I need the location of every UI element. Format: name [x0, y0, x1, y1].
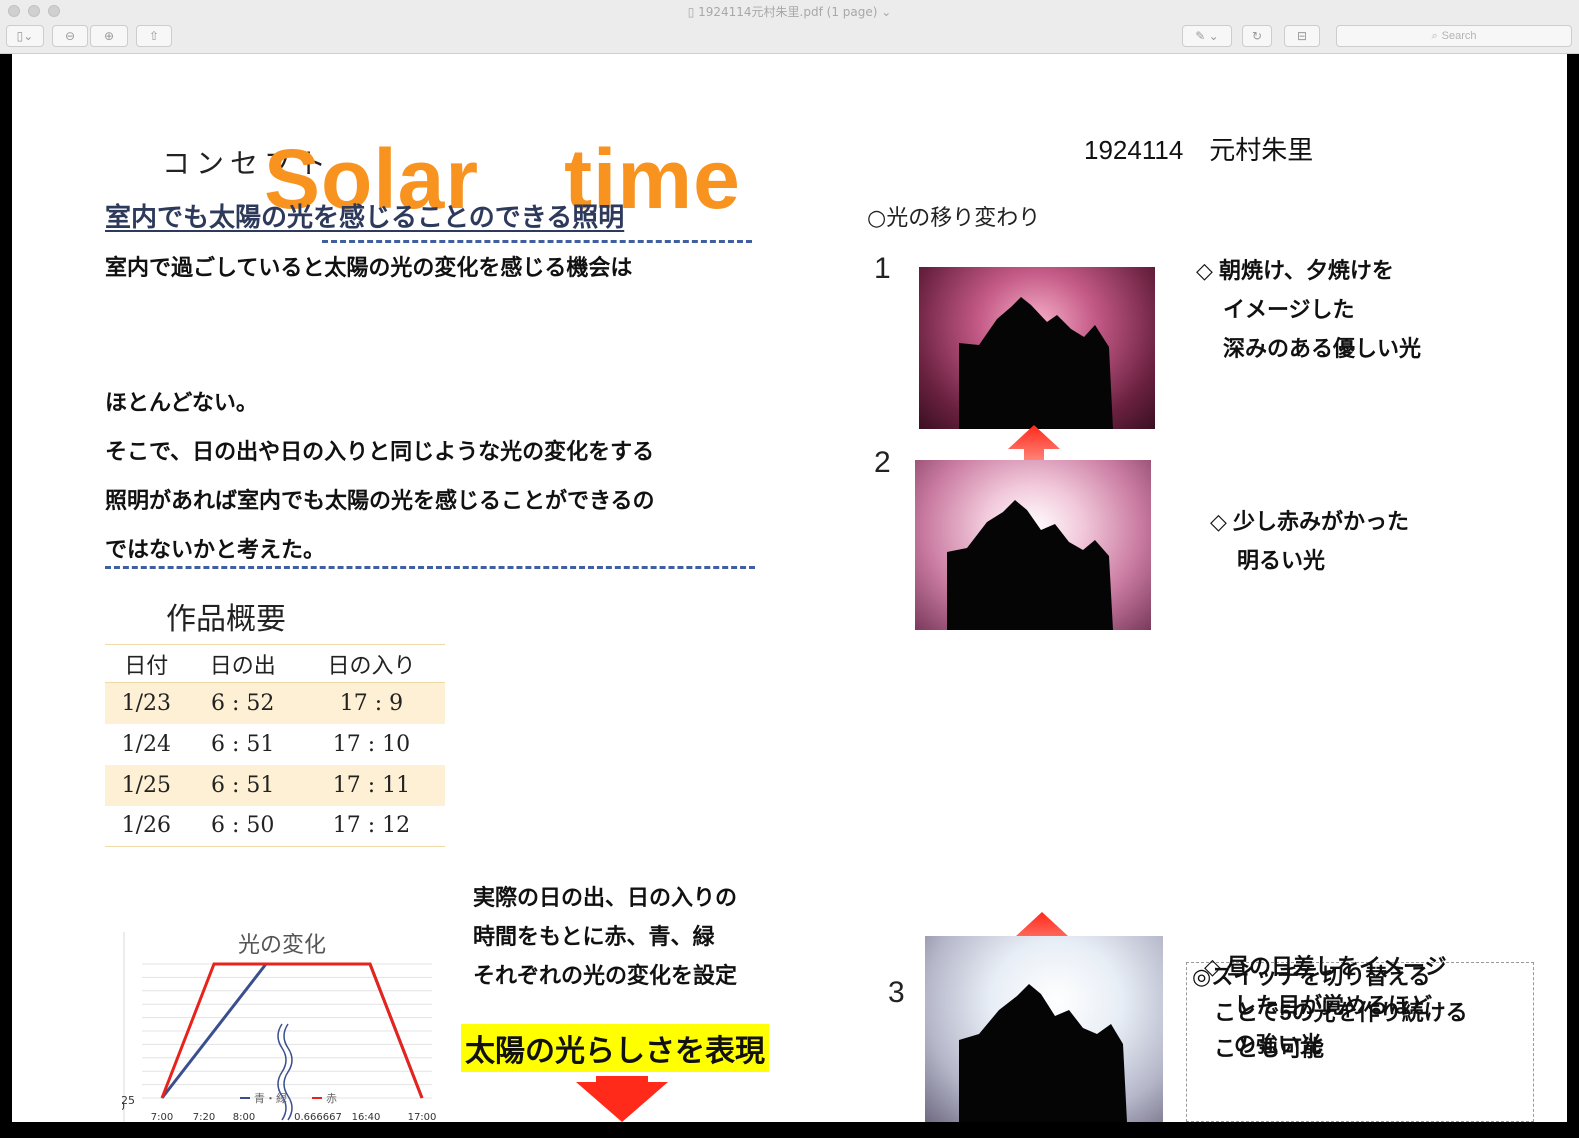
chart-title: 光の変化 — [238, 933, 326, 958]
search-input[interactable]: ⌕ Search — [1336, 25, 1572, 47]
arrow-down-icon — [576, 1076, 668, 1122]
table-cell: 6 : 51 — [211, 731, 275, 757]
x-tick-label: 7:00 — [151, 1112, 173, 1122]
lamp-photo-1 — [919, 267, 1155, 429]
highlight-text: 太陽の光らしさを表現 — [461, 1024, 769, 1072]
x-tick-label: 0.666667 — [294, 1112, 342, 1122]
lamp-photo-2 — [915, 460, 1151, 630]
table-row: 1/25 6 : 51 17 : 11 — [105, 764, 445, 806]
x-tick-label: 16:40 — [352, 1112, 381, 1122]
rotate-icon: ↻ — [1251, 29, 1263, 43]
note-line: 実際の日の出、日の入りの — [473, 885, 738, 910]
description-line: 深みのある優しい光 — [1223, 336, 1422, 361]
pdf-file-icon: ▯ — [687, 5, 699, 19]
author-id: 1924114 元村朱里 — [1084, 135, 1314, 165]
chevron-down-icon: ⌄ — [877, 5, 892, 19]
body-text: ほとんどない。 そこで、日の出や日の入りと同じような光の変化をする 照明があれば… — [105, 378, 805, 574]
divider — [322, 240, 752, 243]
table-row: 1/23 6 : 52 17 : 9 — [105, 682, 445, 724]
stage-2-description: ◇ 少し赤みがかった 明るい光 — [1210, 502, 1409, 580]
table-cell: 1/25 — [105, 764, 188, 806]
toolbar: ▯⌄ ⊖ ⊕ ⇧ ✎ ⌄ ↻ ⊟ ⌕ Search — [0, 22, 1579, 54]
toolbox-icon: ⊟ — [1296, 29, 1308, 43]
x-tick-labels: 7:00 7:20 8:00 0.666667 16:40 17:00 — [151, 1112, 437, 1122]
column-header: 日付 — [105, 644, 188, 683]
lamp-photo-3 — [925, 936, 1163, 1122]
share-icon: ⇧ — [148, 29, 160, 43]
window-title[interactable]: ▯ 1924114元村朱里.pdf (1 page) ⌄ — [0, 3, 1579, 20]
x-tick-label: 17:00 — [408, 1112, 437, 1122]
light-section-title: ○光の移り変わり — [867, 206, 1041, 231]
note-line: ことで5の光を作り続ける — [1214, 1000, 1468, 1025]
table-cell: 1/26 — [105, 805, 188, 847]
zoom-out-button[interactable]: ⊖ — [52, 25, 88, 47]
markup-button[interactable]: ✎ ⌄ — [1182, 25, 1232, 47]
chart-canvas: 光の変化 青・緑赤 225 0 7:007:208:000.66666716:4… — [114, 932, 437, 1122]
body-text-line: そこで、日の出や日の入りと同じような光の変化をする — [105, 439, 655, 464]
table-cell: 17 : 9 — [297, 682, 445, 724]
table-cell: 6 : 51 — [187, 764, 298, 806]
table-cell: 17 : 10 — [332, 731, 411, 757]
zoom-out-icon: ⊖ — [64, 29, 76, 43]
description-line: ◇ 少し赤みがかった — [1210, 509, 1410, 534]
chart-note: 実際の日の出、日の入りの 時間をもとに赤、青、緑 それぞれの光の変化を設定 — [473, 878, 737, 995]
body-text-line: 照明があれば室内でも太陽の光を感じることができるの — [105, 488, 655, 513]
stage-number: 3 — [888, 976, 905, 1009]
legend-label: 青・緑 — [254, 1091, 287, 1105]
column-header: 日の入り — [297, 644, 445, 683]
sunrise-sunset-table: 日付 日の出 日の入り 1/23 6 : 52 17 : 9 1/24 6 : … — [105, 644, 445, 847]
mountain-silhouette-icon — [959, 297, 1113, 429]
share-button[interactable]: ⇧ — [136, 25, 172, 47]
search-icon: ⌕ — [1431, 29, 1438, 42]
table-cell: 17 : 11 — [297, 764, 445, 806]
table-header-row: 日付 日の出 日の入り — [105, 644, 445, 683]
zoom-in-icon: ⊕ — [103, 29, 115, 43]
body-text-line: ほとんどない。 — [105, 390, 258, 415]
stage-1-description: ◇ 朝焼け、夕焼けを イメージした 深みのある優しい光 — [1196, 251, 1421, 368]
table-row: 1/24 6 : 51 17 : 10 — [105, 724, 445, 765]
sidebar-toggle-button[interactable]: ▯⌄ — [6, 25, 44, 47]
stage-number: 2 — [874, 446, 891, 479]
mountain-silhouette-icon — [947, 500, 1113, 630]
overview-heading: 作品概要 — [166, 602, 286, 637]
table-row: 1/26 6 : 50 17 : 12 — [105, 805, 445, 847]
body-text-line: 室内で過ごしていると太陽の光の変化を感じる機会は — [105, 255, 633, 280]
sidebar-icon: ▯⌄ — [16, 29, 34, 43]
table-cell: 6 : 50 — [187, 805, 298, 847]
description-line: 明るい光 — [1237, 548, 1326, 573]
pen-icon: ✎ ⌄ — [1195, 29, 1219, 43]
mountain-silhouette-icon — [959, 984, 1127, 1122]
description-line: イメージした — [1223, 297, 1355, 322]
table-cell: 1/24 — [121, 731, 171, 757]
column-header: 日の出 — [187, 644, 298, 683]
window-titlebar: ▯ 1924114元村朱里.pdf (1 page) ⌄ — [0, 0, 1579, 22]
toolbox-button[interactable]: ⊟ — [1284, 25, 1320, 47]
legend-label: 赤 — [326, 1092, 337, 1105]
note-line: 時間をもとに赤、青、緑 — [473, 924, 715, 949]
note-line: ことも可能 — [1214, 1036, 1325, 1061]
x-tick-label: 8:00 — [233, 1112, 255, 1122]
light-change-chart: 光の変化 青・緑赤 225 0 7:007:208:000.66666716:4… — [114, 924, 442, 1122]
table-cell: 17 : 12 — [297, 805, 445, 847]
switch-note: ◎スイッチを切り替える ことで5の光を作り続ける ことも可能 — [1192, 959, 1468, 1067]
rotate-button[interactable]: ↻ — [1242, 25, 1272, 47]
table-cell: 6 : 52 — [187, 682, 298, 724]
note-line: それぞれの光の変化を設定 — [473, 963, 738, 988]
y-tick-label: 0 — [122, 1100, 125, 1113]
subtitle: 室内でも太陽の光を感じることのできる照明 — [105, 202, 625, 232]
note-line: ◎スイッチを切り替える — [1192, 964, 1431, 989]
pdf-page: コンセプト Solar time 1924114 元村朱里 室内でも太陽の光を感… — [12, 54, 1567, 1122]
stage-number: 1 — [874, 252, 891, 285]
zoom-in-button[interactable]: ⊕ — [90, 25, 128, 47]
x-tick-label: 7:20 — [193, 1112, 215, 1122]
table-cell: 1/23 — [105, 682, 188, 724]
divider — [105, 566, 755, 569]
chart-grid — [142, 963, 432, 1099]
description-line: ◇ 朝焼け、夕焼けを — [1196, 258, 1394, 283]
